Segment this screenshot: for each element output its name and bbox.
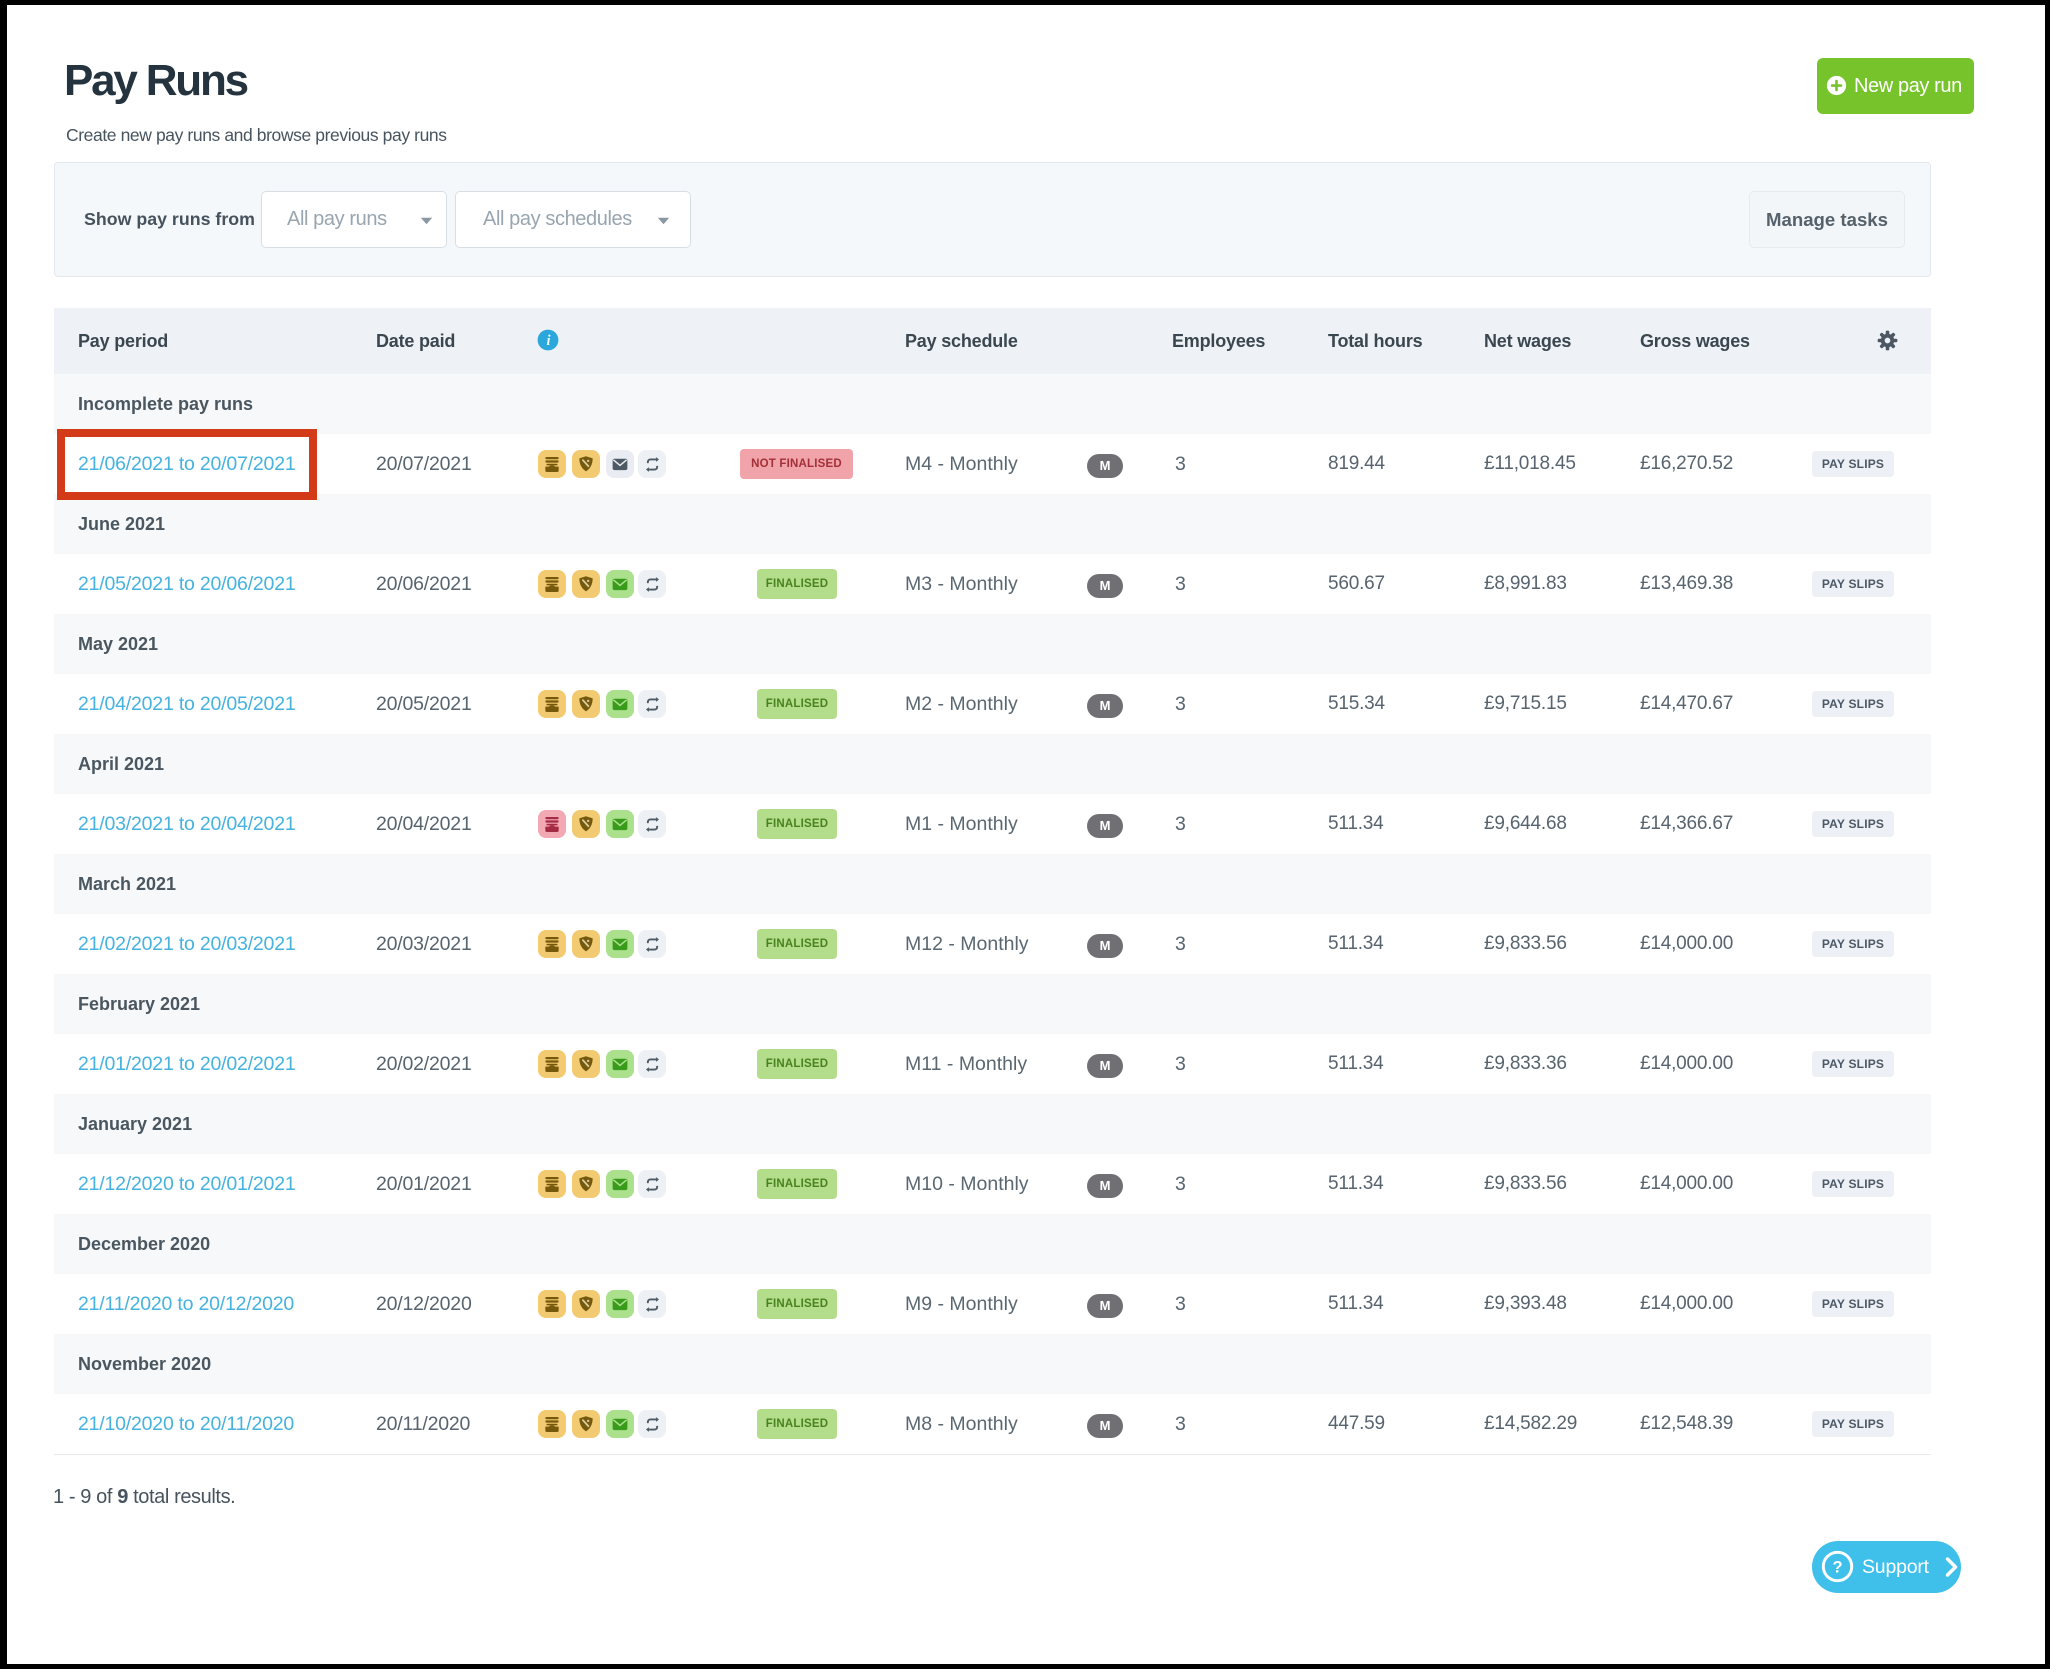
- svg-text:?: ?: [1832, 1558, 1842, 1576]
- svg-text:i: i: [546, 333, 550, 349]
